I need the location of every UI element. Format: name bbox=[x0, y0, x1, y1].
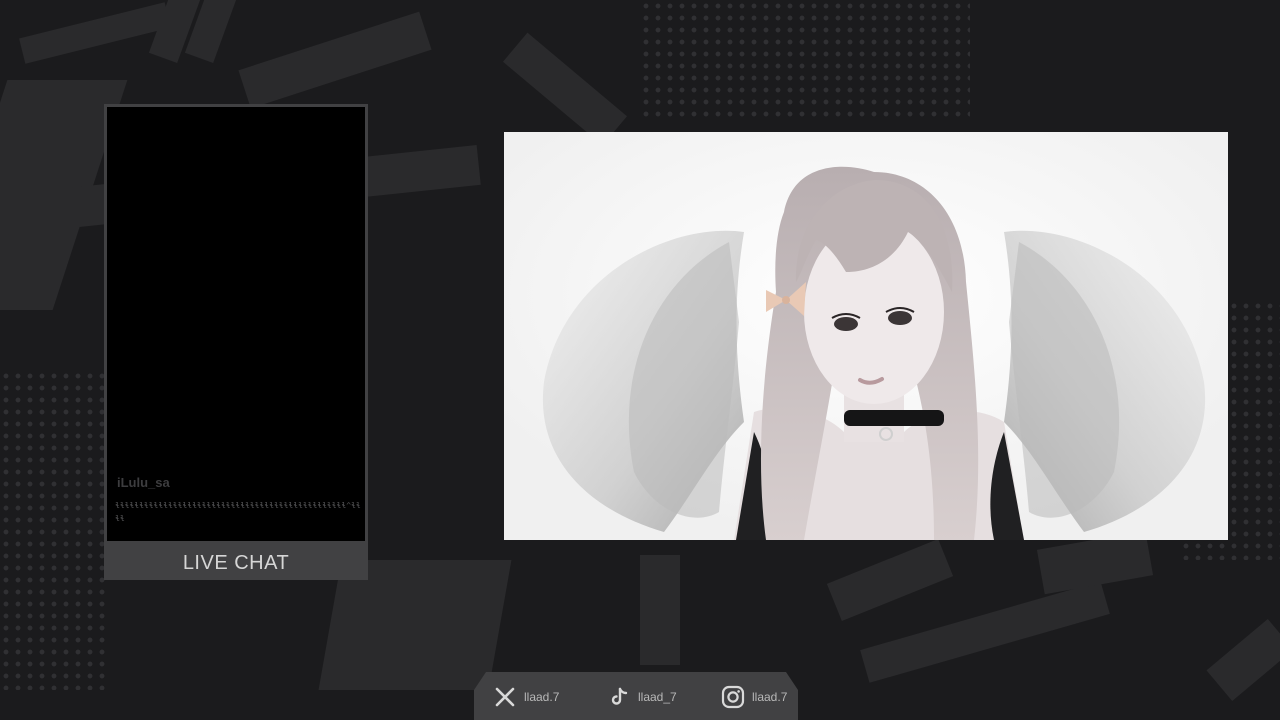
x-handle: llaad.7 bbox=[524, 690, 560, 704]
social-link-instagram[interactable]: llaad.7 bbox=[720, 684, 787, 710]
instagram-icon bbox=[720, 684, 746, 710]
social-link-x[interactable]: llaad.7 bbox=[492, 684, 559, 710]
tiktok-icon bbox=[606, 684, 632, 710]
tiktok-handle: llaad_7 bbox=[638, 690, 677, 704]
chat-message-area[interactable]: iLulu_sa ɬɬɬɬɬɬɬɬɬɬɬɬɬɬɬɬɬɬɬɬɬɬɬɬɬɬɬɬɬɬɬ… bbox=[107, 107, 365, 541]
chat-panel: iLulu_sa ɬɬɬɬɬɬɬɬɬɬɬɬɬɬɬɬɬɬɬɬɬɬɬɬɬɬɬɬɬɬɬ… bbox=[104, 104, 368, 580]
chat-message: ɬɬɬɬɬɬɬɬɬɬɬɬɬɬɬɬɬɬɬɬɬɬɬɬɬɬɬɬɬɬɬɬɬɬɬɬɬɬɬɬ… bbox=[115, 501, 361, 523]
x-icon bbox=[492, 684, 518, 710]
social-links-bar: llaad.7 llaad_7 llaad.7 bbox=[474, 672, 798, 720]
stream-video-frame bbox=[504, 132, 1228, 540]
social-link-tiktok[interactable]: llaad_7 bbox=[606, 684, 677, 710]
instagram-handle: llaad.7 bbox=[752, 690, 788, 704]
angel-character-image bbox=[504, 132, 1228, 540]
live-chat-label: LIVE CHAT bbox=[182, 552, 290, 574]
chat-username: iLulu_sa bbox=[117, 475, 170, 490]
